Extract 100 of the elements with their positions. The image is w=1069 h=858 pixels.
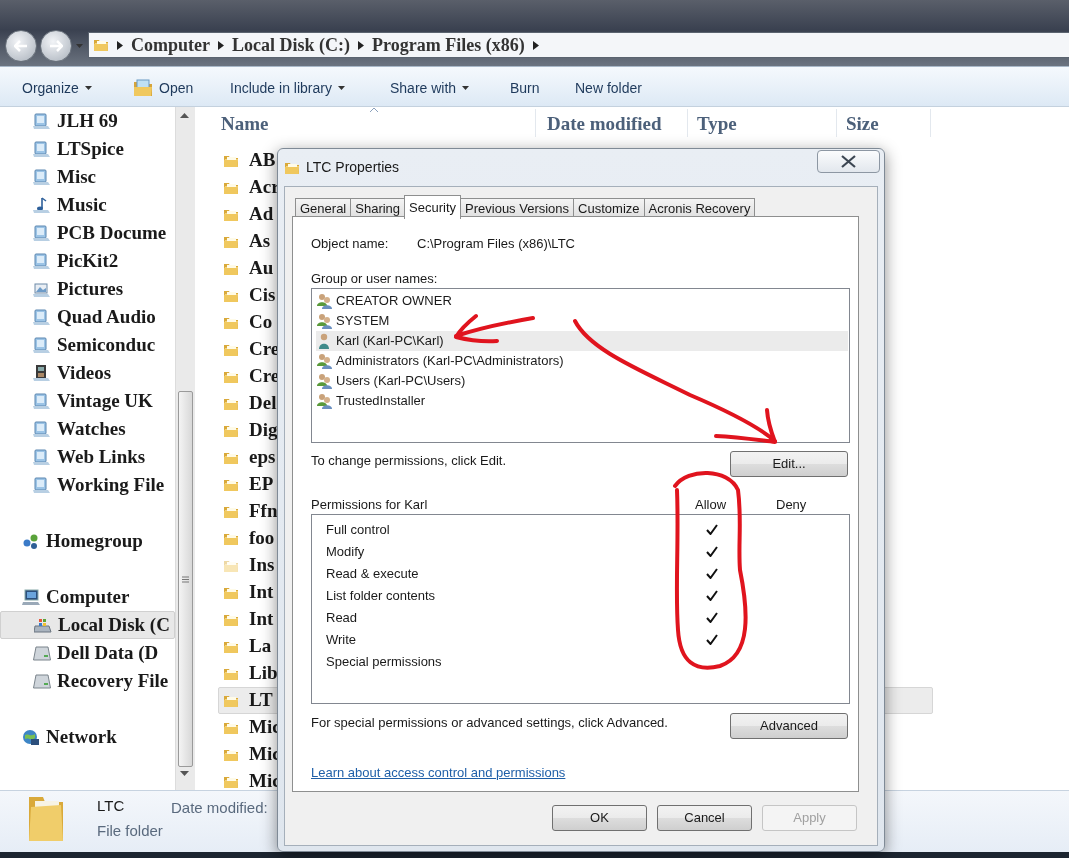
item-type: File folder — [97, 821, 163, 841]
nav-item[interactable]: LTSpice — [0, 135, 175, 163]
nav-item[interactable]: Local Disk (C — [0, 611, 175, 639]
breadcrumb[interactable]: Computer — [131, 31, 210, 59]
file-name[interactable]: AB — [249, 146, 276, 175]
file-name[interactable]: Int — [249, 605, 274, 634]
scroll-up-icon — [180, 113, 189, 118]
nav-item[interactable]: Pictures — [0, 275, 175, 303]
column-header: Allow — [695, 496, 727, 514]
permission-name: Special permissions — [326, 653, 442, 672]
file-name[interactable]: Mic — [249, 713, 281, 742]
caret-icon — [75, 44, 83, 48]
toolbar-button[interactable]: Burn — [510, 78, 540, 98]
file-name[interactable]: As — [249, 227, 271, 256]
file-name[interactable]: Au — [249, 254, 274, 283]
file-name[interactable]: Ffn — [249, 497, 278, 526]
file-name[interactable]: Int — [249, 578, 274, 607]
nav-item[interactable]: Dell Data (D — [0, 639, 175, 667]
library-icon — [33, 336, 51, 354]
column-header: Deny — [776, 496, 807, 514]
nav-item[interactable]: Computer — [0, 583, 175, 611]
user-list-item[interactable]: Administrators (Karl-PC\Administrators) — [316, 351, 848, 371]
library-icon — [33, 252, 51, 270]
nav-item[interactable]: PicKit2 — [0, 247, 175, 275]
toolbar-button[interactable]: Organize — [22, 78, 92, 98]
scrollbar-thumb[interactable] — [178, 391, 193, 767]
library-icon — [33, 392, 51, 410]
file-name[interactable]: Co — [249, 308, 273, 337]
dialog-button[interactable]: Cancel — [657, 805, 752, 831]
caret-icon — [84, 86, 92, 90]
picture-frame-icon — [33, 280, 51, 298]
left-arrow-icon — [14, 40, 28, 52]
user-list-item[interactable]: Karl (Karl-PC\Karl) — [316, 331, 848, 351]
object-path: C:\Program Files (x86)\LTC — [417, 235, 575, 253]
library-icon — [33, 140, 51, 158]
nav-item[interactable]: Watches — [0, 415, 175, 443]
file-name[interactable]: EP — [249, 470, 274, 499]
file-name[interactable]: Acr — [249, 173, 280, 202]
nav-item[interactable]: Quad Audio — [0, 303, 175, 331]
nav-item[interactable]: Music — [0, 191, 175, 219]
file-name[interactable]: Cis — [249, 281, 276, 310]
nav-item[interactable]: PCB Docume — [0, 219, 175, 247]
computer-icon — [22, 588, 40, 606]
nav-item[interactable]: Web Links — [0, 443, 175, 471]
file-name[interactable]: Lib — [249, 659, 278, 688]
toolbar-button[interactable]: New folder — [575, 78, 642, 98]
close-icon — [841, 155, 856, 168]
file-name[interactable]: Del — [249, 389, 277, 418]
field-label: Object name: — [311, 235, 389, 253]
scrollbar[interactable] — [175, 107, 195, 790]
file-name[interactable]: La — [249, 632, 272, 661]
nav-item[interactable]: Homegroup — [0, 527, 175, 555]
breadcrumb[interactable]: Program Files (x86) — [372, 31, 525, 59]
user-list-item[interactable]: Users (Karl-PC\Users) — [316, 371, 848, 391]
library-icon — [33, 420, 51, 438]
advanced-button[interactable]: Advanced — [730, 713, 848, 739]
dialog-button[interactable]: OK — [552, 805, 647, 831]
user-list-item[interactable]: SYSTEM — [316, 311, 848, 331]
nav-item[interactable]: Recovery File — [0, 667, 175, 695]
file-name[interactable]: LT — [249, 686, 273, 715]
nav-item[interactable]: Videos — [0, 359, 175, 387]
address-bar[interactable]: Computer Local Disk (C:) Program Files (x86) — [88, 32, 1069, 58]
help-link[interactable]: Learn about access control and permissions — [311, 763, 566, 783]
column-header[interactable]: Type — [697, 107, 842, 141]
caret-icon — [462, 86, 470, 90]
column-header[interactable]: Name — [221, 107, 541, 141]
chevron-icon — [532, 40, 539, 50]
column-header[interactable]: Date modified — [547, 107, 693, 141]
item-name: LTC — [97, 796, 125, 816]
toolbar-button[interactable]: Include in library — [230, 78, 345, 98]
file-name[interactable]: Mic — [249, 740, 281, 769]
nav-item[interactable]: Vintage UK — [0, 387, 175, 415]
nav-item[interactable]: Working File — [0, 471, 175, 499]
toolbar-button[interactable]: Open — [133, 78, 194, 98]
toolbar-button[interactable]: Share with — [390, 78, 470, 98]
permission-name: Read — [326, 609, 358, 628]
user-list-item[interactable]: CREATOR OWNER — [316, 291, 848, 311]
nav-item[interactable]: Network — [0, 723, 175, 751]
nav-item[interactable]: Semiconduc — [0, 331, 175, 359]
file-name[interactable]: Ad — [249, 200, 274, 229]
edit-button[interactable]: Edit... — [730, 451, 848, 477]
user-list-item[interactable]: TrustedInstaller — [316, 391, 848, 411]
breadcrumb[interactable]: Local Disk (C:) — [232, 31, 350, 59]
file-name[interactable]: Dig — [249, 416, 278, 445]
users-icon — [316, 313, 333, 329]
drive-icon — [33, 672, 51, 690]
chevron-icon — [117, 40, 123, 50]
nav-item[interactable]: Misc — [0, 163, 175, 191]
permission-name: Modify — [326, 543, 365, 562]
file-name[interactable]: foo — [249, 524, 275, 553]
library-icon — [33, 308, 51, 326]
hint-text: To change permissions, click Edit. — [311, 452, 507, 470]
file-name[interactable]: eps — [249, 443, 276, 472]
column-header[interactable]: Size — [846, 107, 936, 141]
globe-icon — [22, 728, 40, 746]
nav-item[interactable]: JLH 69 — [0, 107, 175, 135]
file-name[interactable]: Ins — [249, 551, 275, 580]
close-button[interactable] — [817, 150, 880, 173]
tab[interactable]: Security — [404, 195, 462, 219]
right-arrow-icon — [49, 40, 63, 52]
